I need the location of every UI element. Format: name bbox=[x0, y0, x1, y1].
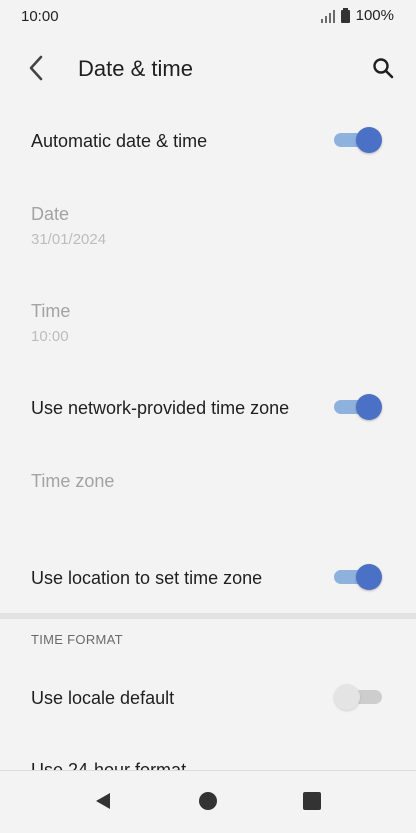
toggle-thumb bbox=[356, 564, 382, 590]
search-icon bbox=[373, 58, 394, 79]
section-header-time-format: TIME FORMAT bbox=[31, 632, 123, 647]
setting-title: Time bbox=[31, 301, 71, 321]
setting-value: 10:00 bbox=[31, 328, 69, 345]
locale-default-toggle[interactable] bbox=[334, 684, 382, 710]
setting-locale-default[interactable]: Use locale default bbox=[0, 668, 416, 728]
setting-network-time-zone[interactable]: Use network-provided time zone bbox=[0, 378, 416, 438]
search-button[interactable] bbox=[368, 53, 398, 83]
setting-time-zone[interactable]: Time zone bbox=[0, 455, 416, 515]
back-button[interactable] bbox=[22, 50, 50, 86]
back-triangle-icon bbox=[96, 793, 110, 809]
setting-title: Date bbox=[31, 204, 70, 224]
setting-date[interactable]: Date 31/01/2024 bbox=[0, 190, 416, 260]
page-title: Date & time bbox=[78, 56, 193, 81]
toggle-thumb bbox=[356, 127, 382, 153]
signal-icon bbox=[320, 9, 335, 23]
app-bar: Date & time bbox=[0, 34, 416, 104]
network-time-zone-toggle[interactable] bbox=[334, 394, 382, 420]
navigation-bar bbox=[0, 770, 416, 833]
section-divider bbox=[0, 613, 416, 619]
toggle-thumb bbox=[334, 684, 360, 710]
setting-title: Use network-provided time zone bbox=[31, 398, 290, 418]
status-icons: 100% bbox=[320, 7, 394, 24]
setting-title: Automatic date & time bbox=[31, 131, 208, 151]
nav-back-button[interactable] bbox=[93, 791, 113, 811]
battery-percentage: 100% bbox=[355, 7, 394, 24]
recents-square-icon[interactable] bbox=[303, 792, 321, 810]
setting-title: Time zone bbox=[31, 471, 115, 491]
location-time-zone-toggle[interactable] bbox=[334, 564, 382, 590]
status-time: 10:00 bbox=[21, 8, 59, 25]
toggle-thumb bbox=[356, 394, 382, 420]
setting-title: Use locale default bbox=[31, 688, 175, 708]
setting-automatic-date-time[interactable]: Automatic date & time bbox=[0, 112, 416, 172]
setting-time[interactable]: Time 10:00 bbox=[0, 287, 416, 357]
setting-title: Use location to set time zone bbox=[31, 568, 263, 588]
automatic-date-time-toggle[interactable] bbox=[334, 127, 382, 153]
status-bar: 10:00 100% bbox=[0, 0, 416, 34]
battery-icon bbox=[340, 8, 350, 23]
setting-location-time-zone[interactable]: Use location to set time zone bbox=[0, 548, 416, 608]
chevron-left-icon bbox=[29, 55, 43, 81]
home-circle-icon[interactable] bbox=[199, 792, 217, 810]
setting-value: 31/01/2024 bbox=[31, 231, 107, 248]
